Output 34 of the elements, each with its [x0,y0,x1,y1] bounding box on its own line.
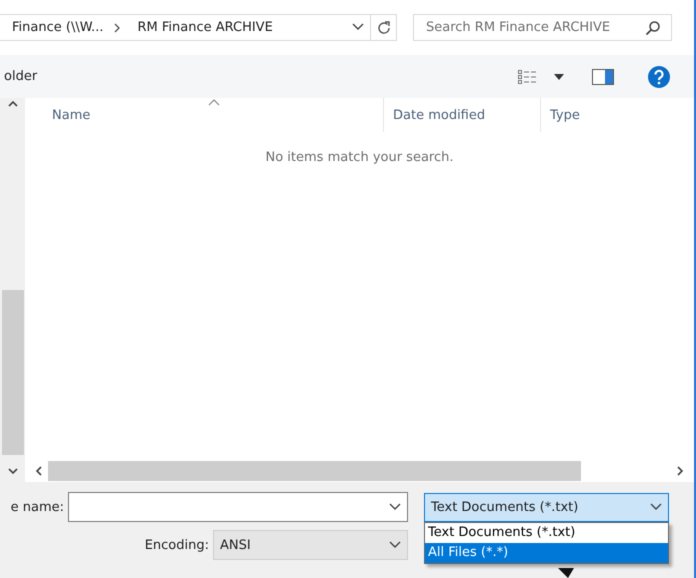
breadcrumb[interactable]: RM Finance ARCHIVE [125,20,279,35]
chevron-down-icon [389,503,401,511]
breadcrumb[interactable]: Finance (\\W... [0,20,110,35]
navigation-scrollbar[interactable] [0,98,25,460]
empty-message: No items match your search. [264,150,454,165]
column-header[interactable]: Type [540,98,680,132]
help-icon[interactable] [648,66,670,88]
scrollbar-thumb[interactable] [2,290,24,455]
dropdown-option[interactable]: All Files (*.*) [425,542,668,562]
dropdown-arrow-icon[interactable] [554,74,564,80]
search-icon [645,20,661,36]
chevron-right-icon [113,22,122,32]
column-header[interactable]: Date modified [383,98,540,132]
scrollbar-thumb[interactable] [48,461,581,481]
mouse-cursor-icon [556,566,576,578]
scroll-down-icon[interactable] [8,468,18,474]
file-name-field[interactable] [68,492,408,522]
scroll-up-icon[interactable] [8,100,18,107]
column-header[interactable]: Name [25,98,383,132]
encoding-label: Encoding: [144,538,210,552]
dropdown-option[interactable]: Text Documents (*.txt) [425,522,668,542]
chevron-down-icon [650,503,662,511]
encoding-dropdown[interactable]: ANSI [213,530,408,560]
scroll-right-icon[interactable] [677,466,684,476]
file-name-label: e name: [10,500,65,514]
file-type-dropdown[interactable]: Text Documents (*.txt) [424,492,669,522]
chevron-down-icon [389,541,401,549]
sort-caret-icon [208,98,220,106]
preview-pane-icon[interactable] [592,68,614,84]
chevron-down-icon [352,23,364,31]
address-bar[interactable]: Finance (\\W... RM Finance ARCHIVE [0,14,397,41]
refresh-icon [376,20,390,34]
scroll-left-icon[interactable] [35,466,42,476]
search-box[interactable]: Search RM Finance ARCHIVE [413,14,672,41]
